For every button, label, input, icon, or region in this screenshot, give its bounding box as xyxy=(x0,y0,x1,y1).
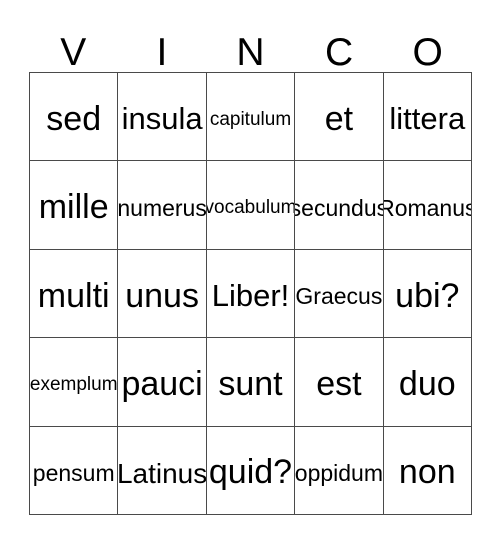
bingo-cell-label: est xyxy=(316,365,362,404)
bingo-cell[interactable]: vocabulum xyxy=(206,161,296,250)
bingo-cell-label: multi xyxy=(37,276,110,315)
bingo-cell[interactable]: oppidum xyxy=(295,426,384,515)
bingo-cell-label: et xyxy=(324,99,354,138)
bingo-cell[interactable]: littera xyxy=(383,73,472,162)
bingo-cell-label: oppidum xyxy=(295,460,384,487)
bingo-cell-label: Graecus xyxy=(295,283,383,310)
bingo-cell[interactable]: multi xyxy=(30,249,119,339)
bingo-cell-label: littera xyxy=(389,101,466,137)
bingo-cell[interactable]: pauci xyxy=(118,338,207,427)
bingo-cell-label: Latinus xyxy=(118,457,207,489)
bingo-header-letter: V xyxy=(60,31,87,74)
bingo-header-cell-5: O xyxy=(383,24,472,72)
bingo-cell[interactable]: mille xyxy=(30,161,119,250)
bingo-header-cell-2: I xyxy=(118,24,207,72)
bingo-cell-label: pauci xyxy=(121,365,203,404)
bingo-cell[interactable]: duo xyxy=(383,338,472,427)
bingo-cell[interactable]: unus xyxy=(118,249,207,339)
bingo-cell[interactable]: est xyxy=(295,338,384,427)
bingo-cell[interactable]: capitulum xyxy=(206,73,296,162)
bingo-cell-label: quid? xyxy=(208,453,293,492)
bingo-cell[interactable]: exemplum xyxy=(30,338,119,427)
bingo-cell-label: ubi? xyxy=(395,276,460,315)
bingo-cell-label: secundus xyxy=(295,195,384,222)
bingo-cell-label: Liber! xyxy=(211,278,290,314)
bingo-grid: sed insula capitulum et littera mille nu… xyxy=(29,72,472,515)
bingo-cell-label: sed xyxy=(46,99,102,138)
bingo-cell[interactable]: pensum xyxy=(30,426,119,515)
bingo-cell-label: pensum xyxy=(32,460,115,487)
bingo-header-letter: I xyxy=(156,31,168,74)
bingo-cell[interactable]: non xyxy=(383,426,472,515)
bingo-cell[interactable]: et xyxy=(295,73,384,162)
bingo-cell[interactable]: secundus xyxy=(295,161,384,250)
bingo-cell[interactable]: insula xyxy=(118,73,207,162)
bingo-header-letter: N xyxy=(236,31,265,74)
bingo-cell-label: mille xyxy=(38,188,109,227)
bingo-cell-label: capitulum xyxy=(209,108,292,130)
bingo-cell[interactable]: ubi? xyxy=(383,249,472,339)
bingo-cell-label: unus xyxy=(125,276,199,315)
bingo-header-cell-1: V xyxy=(29,24,118,72)
bingo-cell-label: vocabulum xyxy=(206,197,296,219)
bingo-card: V I N C O sed insula capitulum et litter… xyxy=(0,0,500,544)
bingo-header-letter: C xyxy=(324,31,354,74)
bingo-header-cell-3: N xyxy=(206,24,295,72)
bingo-cell[interactable]: sed xyxy=(30,73,119,162)
bingo-cell-label: non xyxy=(398,453,456,492)
bingo-header-row: V I N C O xyxy=(29,24,472,72)
bingo-cell[interactable]: Romanus xyxy=(383,161,472,250)
bingo-cell[interactable]: sunt xyxy=(206,338,296,427)
bingo-cell[interactable]: numerus xyxy=(118,161,207,250)
bingo-cell-label: Romanus xyxy=(384,195,472,222)
bingo-cell[interactable]: Latinus xyxy=(118,426,207,515)
bingo-cell-label: numerus xyxy=(118,195,207,222)
bingo-cell-label: exemplum xyxy=(30,373,118,395)
bingo-cell-label: insula xyxy=(121,101,203,137)
bingo-cell-center[interactable]: Liber! xyxy=(206,249,296,339)
bingo-header-cell-4: C xyxy=(295,24,384,72)
bingo-cell[interactable]: Graecus xyxy=(295,249,384,339)
bingo-header-letter: O xyxy=(412,31,443,74)
bingo-cell-label: duo xyxy=(398,365,456,404)
bingo-cell-label: sunt xyxy=(218,365,283,404)
bingo-cell[interactable]: quid? xyxy=(206,426,296,515)
